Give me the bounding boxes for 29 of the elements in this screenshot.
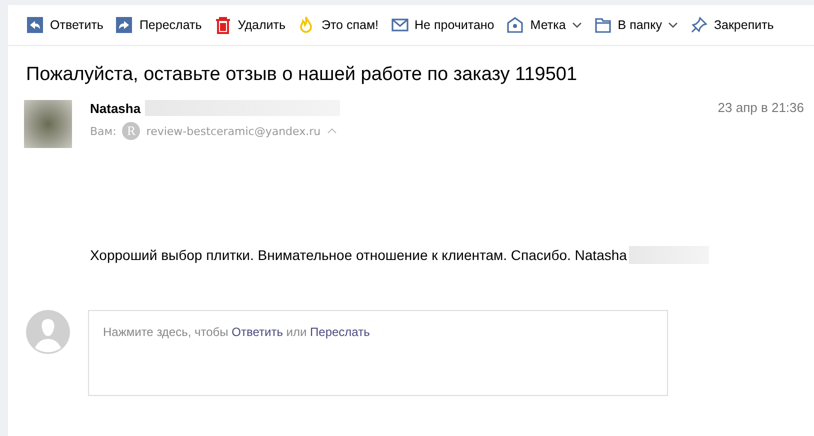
chevron-down-icon bbox=[572, 22, 582, 28]
toolbar-button[interactable]: Метка bbox=[500, 12, 588, 38]
sender-name: Natasha bbox=[90, 100, 141, 116]
chevron-up-icon[interactable] bbox=[326, 128, 337, 134]
toolbar-button[interactable]: Не прочитано bbox=[384, 12, 500, 38]
email-date: 23 апр в 21:36 bbox=[718, 100, 804, 117]
toolbar-button[interactable]: Это спам! bbox=[291, 12, 385, 38]
reply-icon bbox=[26, 16, 44, 34]
envelope-icon bbox=[390, 16, 409, 34]
avatar-placeholder bbox=[24, 100, 72, 148]
forward-link[interactable]: Переслать bbox=[310, 325, 370, 339]
pin-icon bbox=[690, 16, 708, 34]
toolbar-button[interactable]: Удалить bbox=[208, 12, 292, 38]
trash-icon bbox=[214, 16, 232, 34]
email-subject: Пожалуйста, оставьте отзыв о нашей работе по заказу 119501 bbox=[26, 64, 578, 86]
quick-reply-prompt: Нажмите здесь, чтобы Ответить или Переслать bbox=[103, 325, 370, 339]
toolbar-button[interactable]: Ответить bbox=[20, 12, 110, 38]
recipient-avatar: R bbox=[122, 122, 140, 140]
quick-reply-field[interactable]: Нажмите здесь, чтобы Ответить или Переслать bbox=[88, 310, 668, 396]
recipient-label: Вам: bbox=[90, 124, 116, 138]
toolbar-button[interactable]: Закрепить bbox=[684, 12, 780, 38]
reply-link[interactable]: Ответить bbox=[232, 325, 283, 339]
toolbar-button[interactable]: Переслать bbox=[109, 12, 208, 38]
user-silhouette-icon bbox=[26, 310, 70, 354]
chevron-down-icon bbox=[668, 22, 678, 28]
folder-icon bbox=[594, 16, 612, 34]
toolbar-button[interactable]: В папку bbox=[588, 12, 684, 38]
forward-icon bbox=[115, 16, 134, 34]
email-body: Хорроший выбор плитки. Внимательное отношение к клиентам. Спасибо. Natasha bbox=[90, 247, 627, 263]
